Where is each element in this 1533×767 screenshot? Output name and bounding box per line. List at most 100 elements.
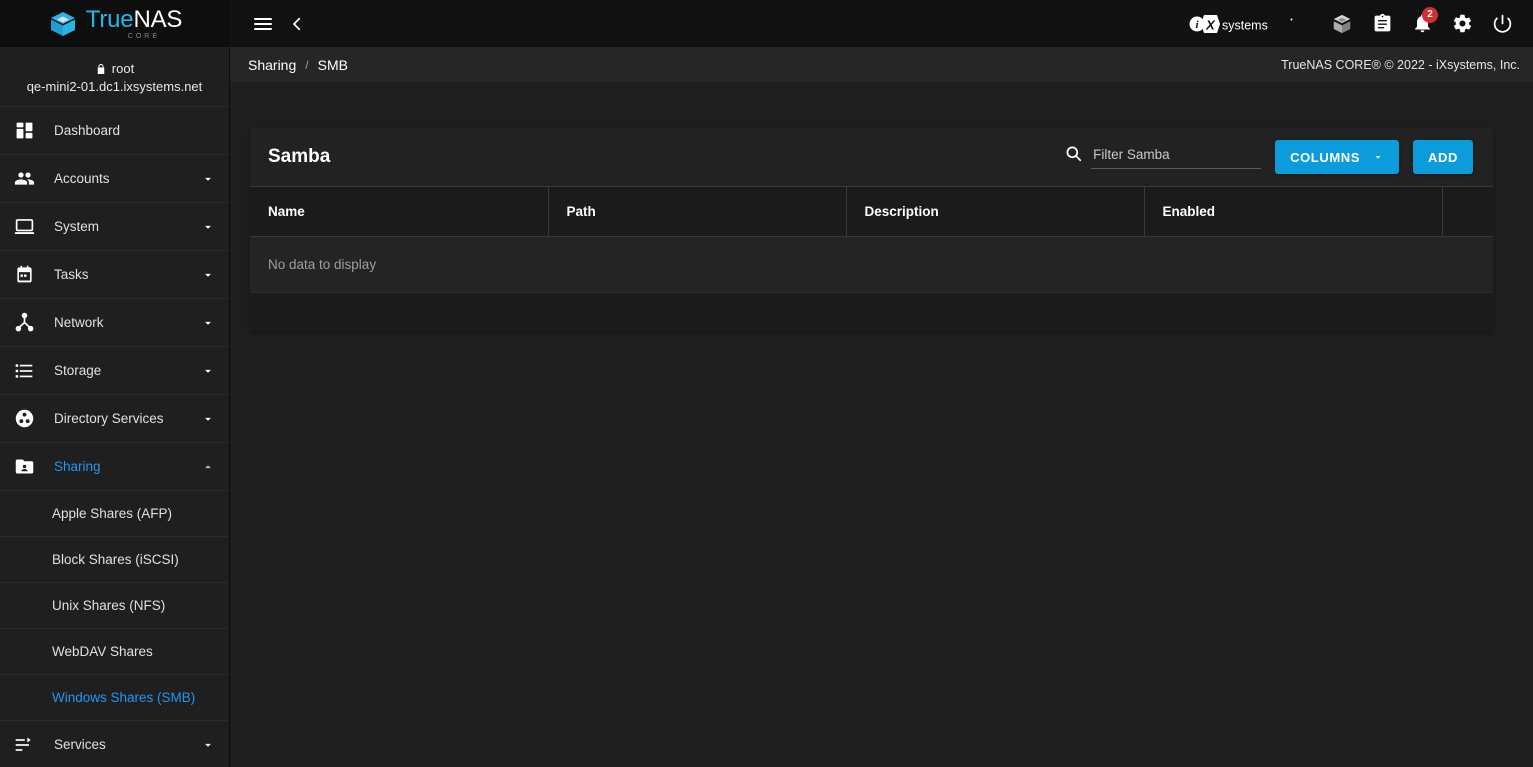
sidebar-item-sharing[interactable]: Sharing bbox=[0, 443, 229, 491]
tasks-clipboard-icon[interactable] bbox=[1365, 7, 1399, 41]
column-header-actions bbox=[1442, 187, 1493, 237]
content-area: Sharing / SMB TrueNAS CORE® © 2022 - iXs… bbox=[230, 47, 1533, 767]
chevron-up-icon bbox=[201, 460, 215, 474]
power-icon[interactable] bbox=[1485, 7, 1519, 41]
add-button[interactable]: ADD bbox=[1413, 140, 1473, 174]
sidebar-item-label: System bbox=[54, 219, 201, 234]
notifications-bell-icon[interactable]: 2 bbox=[1405, 7, 1439, 41]
svg-text:systems: systems bbox=[1222, 18, 1268, 32]
user-info-block: root qe-mini2-01.dc1.ixsystems.net bbox=[0, 47, 229, 107]
columns-button-label: COLUMNS bbox=[1290, 150, 1360, 165]
samba-shares-table: Name Path Description Enabled No data to… bbox=[250, 186, 1493, 293]
chevron-left-icon[interactable] bbox=[280, 7, 314, 41]
sidebar-item-system[interactable]: System bbox=[0, 203, 229, 251]
username-row: root bbox=[10, 61, 219, 76]
add-button-label: ADD bbox=[1428, 150, 1458, 165]
sidebar-subitem-unix-shares[interactable]: Unix Shares (NFS) bbox=[0, 583, 229, 629]
chevron-down-icon bbox=[201, 172, 215, 186]
sidebar-subitem-apple-shares[interactable]: Apple Shares (AFP) bbox=[0, 491, 229, 537]
sidebar-subitem-label: Windows Shares (SMB) bbox=[52, 690, 195, 705]
sidebar-subitem-label: WebDAV Shares bbox=[52, 644, 153, 659]
card-header-actions: COLUMNS ADD bbox=[1064, 140, 1473, 174]
sidebar-subitem-label: Block Shares (iSCSI) bbox=[52, 552, 179, 567]
power-glyph bbox=[1492, 13, 1513, 34]
settings-gear-icon[interactable] bbox=[1445, 7, 1479, 41]
sidebar-item-label: Storage bbox=[54, 363, 201, 378]
sidebar-item-label: Sharing bbox=[54, 459, 201, 474]
svg-text:X: X bbox=[1205, 17, 1216, 32]
brand-edition: CORE bbox=[128, 33, 160, 40]
username-text: root bbox=[112, 61, 134, 76]
brand-wordmark: TrueNAS bbox=[86, 8, 182, 32]
breadcrumb-item-sharing[interactable]: Sharing bbox=[248, 57, 296, 73]
sidebar-item-label: Dashboard bbox=[54, 123, 215, 138]
services-icon bbox=[12, 733, 36, 757]
table-header-row: Name Path Description Enabled bbox=[250, 187, 1493, 237]
sidebar-item-accounts[interactable]: Accounts bbox=[0, 155, 229, 203]
lock-icon bbox=[95, 62, 107, 76]
search-glyph bbox=[1064, 144, 1083, 163]
network-hub-icon bbox=[12, 311, 36, 335]
sidebar-subitem-webdav-shares[interactable]: WebDAV Shares bbox=[0, 629, 229, 675]
menu-icon[interactable] bbox=[246, 7, 280, 41]
system-monitor-icon bbox=[12, 215, 36, 239]
search-icon[interactable] bbox=[1064, 144, 1083, 169]
storage-list-icon bbox=[12, 359, 36, 383]
sharing-folder-icon bbox=[12, 455, 36, 479]
sidebar-item-label: Directory Services bbox=[54, 411, 201, 426]
sidebar-item-services[interactable]: Services bbox=[0, 721, 229, 767]
brand-name-part1: True bbox=[86, 6, 134, 33]
sidebar-subitem-windows-shares[interactable]: Windows Shares (SMB) bbox=[0, 675, 229, 721]
sidebar-item-label: Network bbox=[54, 315, 201, 330]
directory-services-icon bbox=[12, 407, 36, 431]
top-bar-icon-group: 2 bbox=[1325, 7, 1519, 41]
sidebar-subitem-block-shares[interactable]: Block Shares (iSCSI) bbox=[0, 537, 229, 583]
brand-name-part2: NAS bbox=[133, 6, 182, 33]
sidebar-item-tasks[interactable]: Tasks bbox=[0, 251, 229, 299]
chevron-down-icon bbox=[201, 268, 215, 282]
accounts-people-icon bbox=[12, 167, 36, 191]
column-header-enabled[interactable]: Enabled bbox=[1144, 187, 1442, 237]
chevron-down-icon bbox=[201, 412, 215, 426]
clipboard-glyph bbox=[1372, 13, 1393, 34]
chevron-down-icon bbox=[1372, 151, 1384, 163]
table-footer bbox=[250, 293, 1493, 331]
column-header-name[interactable]: Name bbox=[250, 187, 548, 237]
sidebar-subitem-label: Unix Shares (NFS) bbox=[52, 598, 165, 613]
hostname-text: qe-mini2-01.dc1.ixsystems.net bbox=[10, 79, 219, 94]
chevron-down-icon bbox=[201, 316, 215, 330]
brand-logo-area[interactable]: TrueNAS CORE bbox=[0, 0, 230, 47]
brand-text: TrueNAS CORE bbox=[86, 8, 182, 40]
page-body: Samba COLUMNS bbox=[230, 83, 1533, 767]
chevron-down-icon bbox=[201, 738, 215, 752]
sidebar-item-network[interactable]: Network bbox=[0, 299, 229, 347]
top-bar-actions: i X systems bbox=[230, 0, 1533, 47]
table-empty-row: No data to display bbox=[250, 237, 1493, 293]
ixsystems-logo[interactable]: i X systems bbox=[1189, 11, 1297, 37]
sidebar-item-directory-services[interactable]: Directory Services bbox=[0, 395, 229, 443]
jails-cube-icon[interactable] bbox=[1325, 7, 1359, 41]
page-title: Samba bbox=[268, 146, 330, 168]
sidebar-subitem-label: Apple Shares (AFP) bbox=[52, 506, 172, 521]
table-body: No data to display bbox=[250, 237, 1493, 293]
top-bar: TrueNAS CORE i X systems bbox=[0, 0, 1533, 47]
breadcrumb-separator: / bbox=[305, 58, 308, 72]
chevron-left-glyph bbox=[288, 15, 306, 33]
breadcrumb: Sharing / SMB TrueNAS CORE® © 2022 - iXs… bbox=[230, 47, 1533, 83]
notification-badge: 2 bbox=[1422, 7, 1438, 23]
search-input[interactable] bbox=[1091, 144, 1261, 169]
sidebar-item-dashboard[interactable]: Dashboard bbox=[0, 107, 229, 155]
sidebar: root qe-mini2-01.dc1.ixsystems.net Dashb… bbox=[0, 47, 230, 767]
samba-card: Samba COLUMNS bbox=[250, 128, 1493, 331]
breadcrumb-item-smb: SMB bbox=[318, 57, 348, 73]
sidebar-item-label: Services bbox=[54, 737, 201, 752]
gear-glyph bbox=[1452, 13, 1473, 34]
empty-message: No data to display bbox=[250, 237, 1493, 293]
columns-button[interactable]: COLUMNS bbox=[1275, 140, 1399, 174]
column-header-description[interactable]: Description bbox=[846, 187, 1144, 237]
sidebar-item-storage[interactable]: Storage bbox=[0, 347, 229, 395]
tasks-calendar-icon bbox=[12, 263, 36, 287]
truenas-app: TrueNAS CORE i X systems bbox=[0, 0, 1533, 767]
column-header-path[interactable]: Path bbox=[548, 187, 846, 237]
chevron-down-icon bbox=[201, 364, 215, 378]
